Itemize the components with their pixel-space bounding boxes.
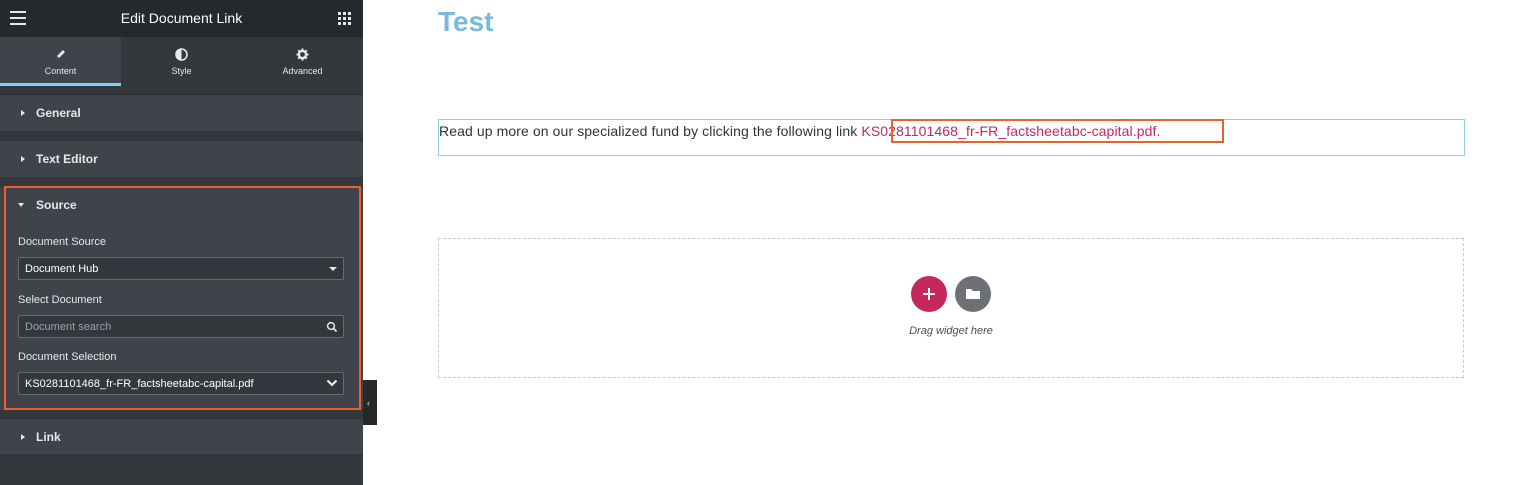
- gear-icon: [242, 47, 363, 62]
- body-text: Read up more on our specialized fund by …: [439, 123, 862, 139]
- section-text-editor-label: Text Editor: [36, 152, 98, 166]
- document-selection-select[interactable]: KS0281101468_fr-FR_factsheetabc-capital.…: [18, 372, 344, 395]
- section-text-editor[interactable]: Text Editor: [0, 140, 363, 177]
- collapse-panel-toggle[interactable]: ‹: [363, 380, 377, 425]
- caret-right-icon: [21, 156, 25, 162]
- caret-right-icon: [21, 434, 25, 440]
- section-source-label: Source: [36, 198, 77, 212]
- panel-header: Edit Document Link: [0, 0, 363, 37]
- editor-panel: Edit Document Link Content Style Advance…: [0, 0, 363, 485]
- section-general[interactable]: General: [0, 94, 363, 131]
- document-source-value: Document Hub: [25, 263, 99, 275]
- document-link[interactable]: KS0281101468_fr-FR_factsheetabc-capital.…: [861, 123, 1160, 139]
- search-icon[interactable]: [326, 321, 338, 333]
- plus-icon-stroke: [928, 288, 930, 300]
- tab-advanced[interactable]: Advanced: [242, 37, 363, 86]
- panel-tabs: Content Style Advanced: [0, 37, 363, 86]
- add-section-button[interactable]: [911, 276, 947, 312]
- chevron-left-icon: ‹: [367, 398, 370, 408]
- section-link[interactable]: Link: [0, 418, 363, 454]
- tab-style[interactable]: Style: [121, 37, 242, 86]
- text-editor-widget[interactable]: Read up more on our specialized fund by …: [438, 119, 1465, 156]
- panel-footer-area: [0, 454, 363, 485]
- document-source-label: Document Source: [18, 236, 107, 248]
- chevron-down-icon: [326, 379, 338, 387]
- tab-style-label: Style: [171, 66, 192, 76]
- pencil-icon: [0, 47, 121, 62]
- section-source[interactable]: Source: [0, 186, 363, 223]
- document-selection-label: Document Selection: [18, 351, 117, 363]
- caret-down-icon: [329, 267, 337, 271]
- page-title: Test: [438, 6, 494, 37]
- caret-down-icon: [18, 203, 24, 207]
- panel-title: Edit Document Link: [120, 10, 243, 26]
- widget-drop-zone[interactable]: Drag widget here: [438, 238, 1464, 378]
- widget-text: Read up more on our specialized fund by …: [439, 123, 1160, 139]
- half-circle-icon: [121, 47, 242, 62]
- section-link-label: Link: [36, 430, 61, 444]
- section-general-label: General: [36, 106, 81, 120]
- widgets-grid-icon[interactable]: [338, 12, 351, 25]
- tab-content-label: Content: [44, 66, 77, 76]
- caret-right-icon: [21, 110, 25, 116]
- drag-widget-hint: Drag widget here: [909, 325, 993, 337]
- select-document-label: Select Document: [18, 294, 102, 306]
- tab-advanced-label: Advanced: [282, 66, 323, 76]
- tab-content[interactable]: Content: [0, 37, 121, 86]
- document-source-select[interactable]: Document Hub: [18, 257, 344, 280]
- document-search-input[interactable]: [18, 315, 344, 338]
- folder-icon: [966, 289, 980, 299]
- document-selection-value: KS0281101468_fr-FR_factsheetabc-capital.…: [25, 378, 254, 390]
- add-template-button[interactable]: [955, 276, 991, 312]
